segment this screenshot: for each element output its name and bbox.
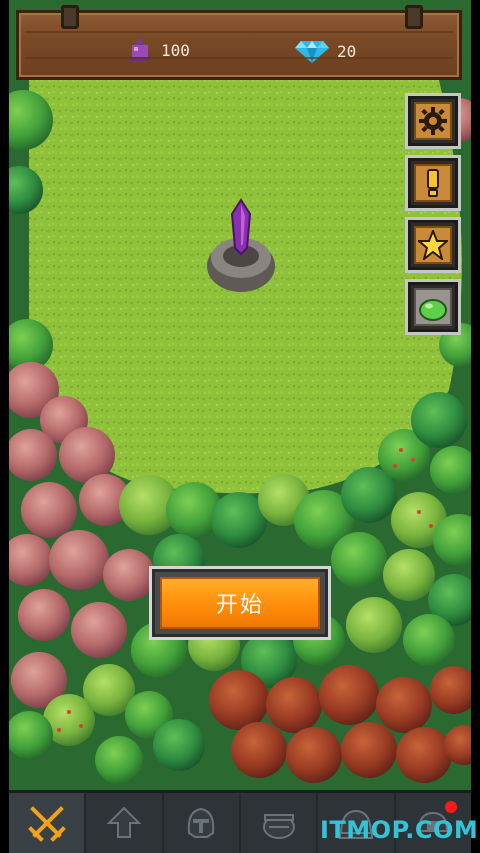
notice-button-face — [414, 164, 452, 202]
nav-battle-tab[interactable] — [9, 793, 87, 853]
start-button-face: 开始 — [160, 577, 320, 629]
upgrade-arrow-icon — [106, 806, 142, 838]
gear-icon — [419, 107, 447, 135]
settings-button[interactable] — [405, 93, 461, 149]
diamond-icon — [295, 41, 329, 63]
game-screen: 100 20 开始 ITMOP.COM — [0, 0, 480, 853]
potion-resource: 100 — [127, 39, 190, 61]
gem-resource: 20 — [295, 39, 356, 63]
slime-button[interactable] — [405, 279, 461, 335]
nav-upgrade-tab[interactable] — [86, 793, 164, 853]
nav-alchemy-tab[interactable] — [241, 793, 319, 853]
slime-icon — [419, 299, 447, 321]
gem-count: 20 — [337, 41, 357, 61]
exclamation-icon — [427, 169, 439, 197]
helmet-icon — [188, 807, 215, 838]
start-button[interactable]: 开始 — [149, 566, 331, 640]
forest-map — [9, 0, 471, 790]
potion-icon — [130, 39, 150, 61]
achievement-button-face — [414, 226, 452, 264]
nail-left — [61, 5, 79, 29]
notification-dot — [444, 801, 457, 813]
settings-button-face — [414, 102, 452, 140]
crossed-swords-icon — [27, 806, 66, 842]
nail-right — [405, 5, 423, 29]
watermark-text: ITMOP.COM — [320, 816, 479, 844]
nav-hero-tab[interactable] — [164, 793, 241, 853]
potion-count: 100 — [161, 40, 190, 60]
cauldron-icon — [262, 814, 295, 839]
star-icon — [418, 230, 448, 260]
forest-clearing-scene — [9, 0, 471, 790]
achievement-button[interactable] — [405, 217, 461, 273]
start-button-label: 开始 — [215, 593, 264, 618]
slime-button-face — [414, 288, 452, 326]
notice-button[interactable] — [405, 155, 461, 211]
resource-banner: 100 20 — [16, 5, 462, 80]
